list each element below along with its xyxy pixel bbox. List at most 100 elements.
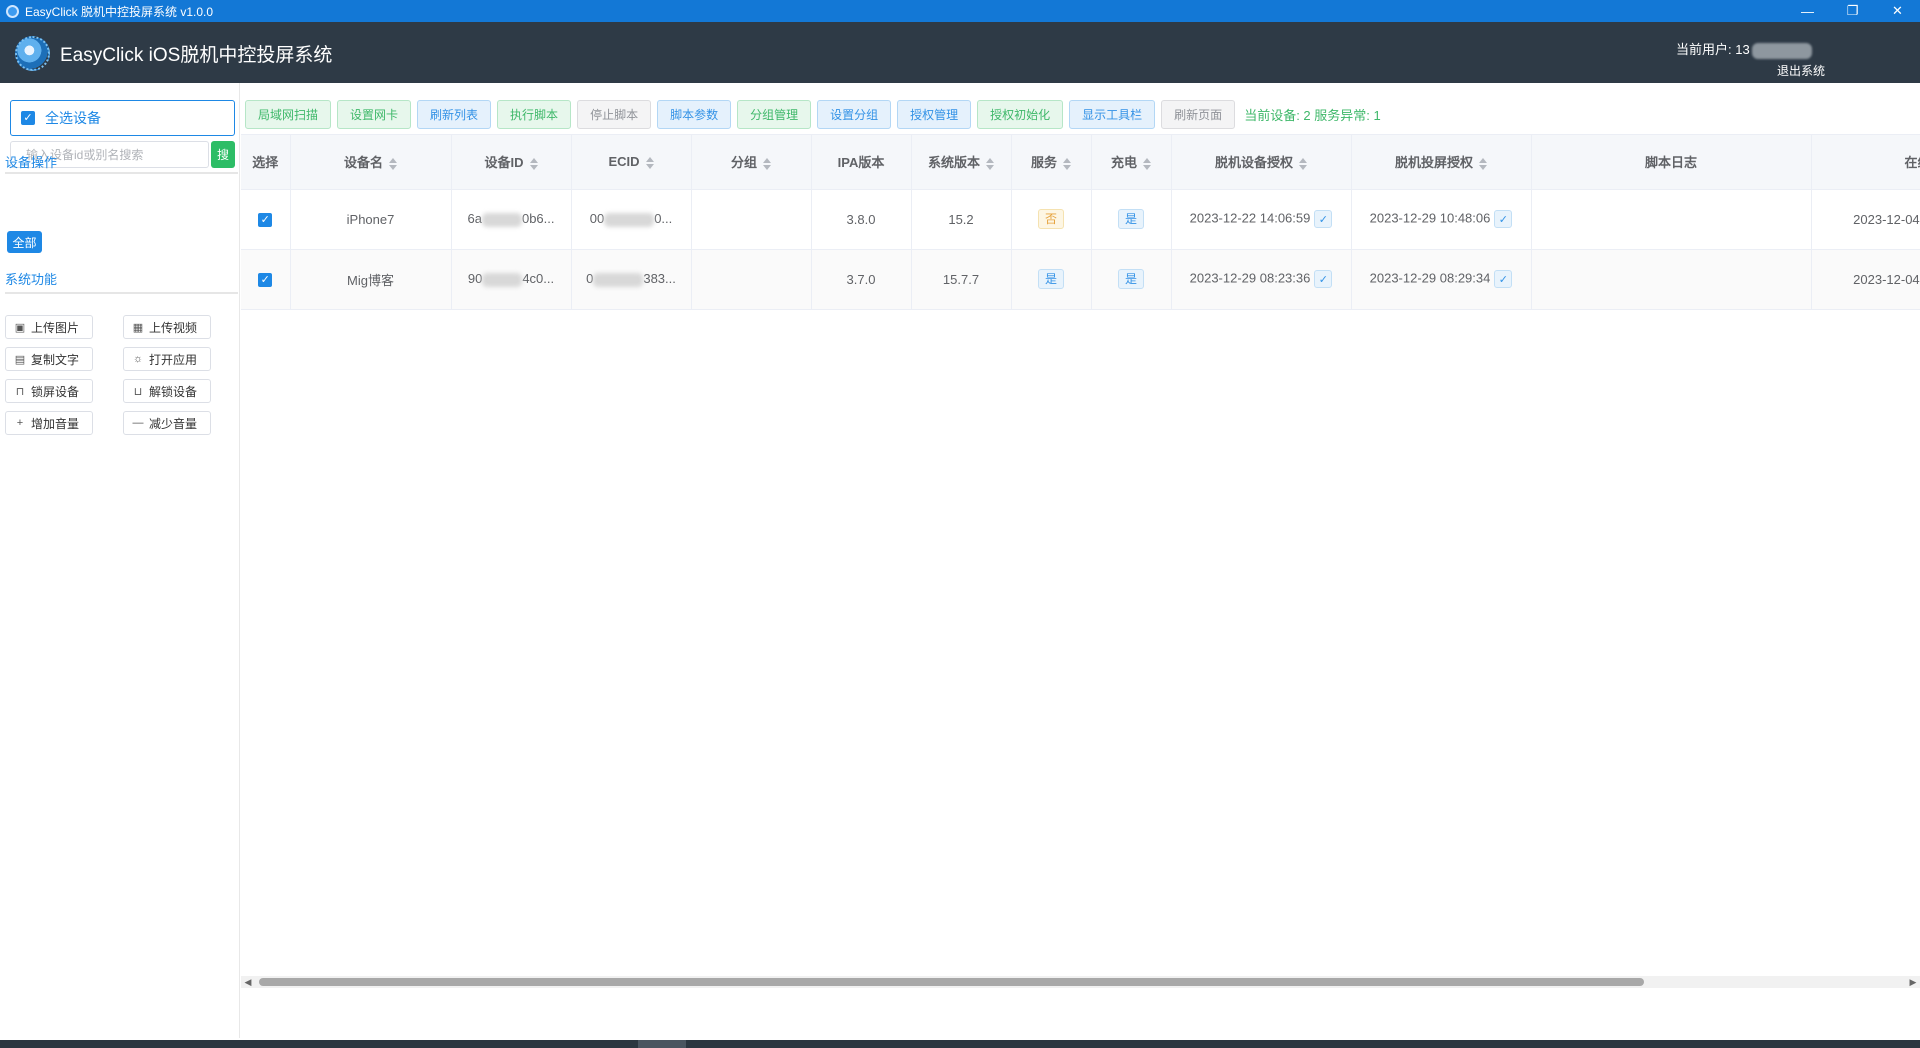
select-all-devices[interactable]: ✓ 全选设备 — [10, 100, 235, 136]
show-toolbar-button[interactable]: 显示工具栏 — [1069, 100, 1156, 129]
sort-icon[interactable] — [529, 157, 538, 170]
screen-auth-cell: 2023-12-29 10:48:06 ✓ — [1351, 189, 1532, 250]
sort-icon[interactable] — [389, 157, 397, 170]
upload-image-button[interactable]: ▣ 上传图片 — [5, 315, 93, 339]
script-params-button[interactable]: 脚本参数 — [657, 100, 732, 129]
sort-icon[interactable] — [986, 157, 994, 170]
button-label: 减少音量 — [149, 416, 198, 431]
sort-icon[interactable] — [645, 156, 654, 169]
auth-manage-button[interactable]: 授权管理 — [897, 100, 972, 129]
device-table: 选择 设备名 设备ID ECID 分组 IPA版本 系统版本 服务 充电 脱机设… — [241, 134, 1920, 988]
sort-icon[interactable] — [1063, 157, 1071, 170]
minus-icon: — — [132, 417, 144, 429]
device-ops-title[interactable]: 设备操作 — [5, 152, 57, 171]
lan-scan-button[interactable]: 局域网扫描 — [245, 100, 332, 129]
sun-icon: ☼ — [132, 353, 144, 365]
volume-up-button[interactable]: + 增加音量 — [5, 411, 93, 435]
column-header-screen-auth[interactable]: 脱机投屏授权 — [1351, 135, 1532, 190]
refresh-list-button[interactable]: 刷新列表 — [417, 100, 492, 129]
system-func-title[interactable]: 系统功能 — [5, 269, 57, 288]
column-header-device-id[interactable]: 设备ID — [451, 135, 572, 190]
check-icon[interactable]: ✓ — [1494, 210, 1513, 228]
copy-text-button[interactable]: ▤ 复制文字 — [5, 347, 93, 371]
ipa-version-cell: 3.8.0 — [811, 189, 912, 250]
unlock-device-button[interactable]: ⊔ 解锁设备 — [123, 379, 211, 403]
table-row[interactable]: ✓ iPhone7 6a 0b6... 00 0... 3.8.0 15.2 否 是… — [241, 189, 1920, 250]
minimize-button[interactable]: — — [1785, 0, 1830, 22]
scroll-left-icon[interactable]: ◀ — [241, 976, 255, 988]
check-icon[interactable]: ✓ — [1314, 210, 1333, 228]
redacted-mask — [481, 212, 522, 227]
checkbox-checked-icon[interactable]: ✓ — [21, 111, 35, 125]
volume-down-button[interactable]: — 减少音量 — [123, 411, 211, 435]
device-auth-cell: 2023-12-29 08:23:36 ✓ — [1171, 249, 1352, 310]
group-cell — [691, 249, 812, 310]
service-cell: 否 — [1011, 189, 1092, 250]
column-header-os-version[interactable]: 系统版本 — [911, 135, 1012, 190]
all-group-button[interactable]: 全部 — [7, 231, 42, 253]
group-cell — [691, 189, 812, 250]
button-label: 上传图片 — [31, 320, 80, 335]
auth-init-button[interactable]: 授权初始化 — [977, 100, 1064, 129]
column-header-service[interactable]: 服务 — [1011, 135, 1092, 190]
button-label: 增加音量 — [31, 416, 80, 431]
column-header-name[interactable]: 设备名 — [290, 135, 452, 190]
device-id-cell: 90 4c0... — [451, 249, 572, 310]
column-header-ipa-version: IPA版本 — [811, 135, 912, 190]
row-select-cell[interactable]: ✓ — [241, 189, 291, 250]
table-row[interactable]: ✓ Mig博客 90 4c0... 0 383... 3.7.0 15.7.7 是 … — [241, 249, 1920, 310]
checkbox-checked-icon[interactable]: ✓ — [258, 272, 273, 287]
device-auth-cell: 2023-12-22 14:06:59 ✓ — [1171, 189, 1352, 250]
set-group-button[interactable]: 设置分组 — [817, 100, 892, 129]
set-nic-button[interactable]: 设置网卡 — [337, 100, 412, 129]
open-app-button[interactable]: ☼ 打开应用 — [123, 347, 211, 371]
upload-video-button[interactable]: ▦ 上传视频 — [123, 315, 211, 339]
checkbox-checked-icon[interactable]: ✓ — [258, 212, 273, 227]
group-manage-button[interactable]: 分组管理 — [737, 100, 812, 129]
taskbar-item[interactable] — [638, 1040, 686, 1048]
app-header: EasyClick iOS脱机中控投屏系统 当前用户: 13 退出系统 — [0, 22, 1920, 83]
logout-link[interactable]: 退出系统 — [1777, 62, 1825, 79]
button-label: 解锁设备 — [149, 384, 198, 399]
scroll-right-icon[interactable]: ▶ — [1906, 976, 1920, 988]
scrollbar-thumb[interactable] — [259, 978, 1644, 986]
status-badge: 否 — [1037, 209, 1064, 229]
row-select-cell[interactable]: ✓ — [241, 249, 291, 310]
os-version-cell: 15.7.7 — [911, 249, 1012, 310]
ecid-cell: 0 383... — [571, 249, 692, 310]
unlock-icon: ⊔ — [133, 385, 143, 398]
sort-icon[interactable] — [1299, 157, 1307, 170]
current-user-label: 当前用户: 13 — [1676, 42, 1750, 57]
script-log-cell — [1531, 249, 1812, 310]
device-status-text: 当前设备: 2 服务异常: 1 — [1244, 108, 1381, 123]
sort-icon[interactable] — [1479, 157, 1487, 170]
check-icon[interactable]: ✓ — [1494, 270, 1513, 288]
status-badge: 是 — [1037, 269, 1064, 289]
search-button[interactable]: 搜 — [211, 141, 235, 168]
device-id-cell: 6a 0b6... — [451, 189, 572, 250]
status-badge: 是 — [1117, 269, 1144, 289]
stop-script-button[interactable]: 停止脚本 — [577, 100, 652, 129]
section-divider — [5, 292, 238, 294]
column-header-group[interactable]: 分组 — [691, 135, 812, 190]
column-header-charging[interactable]: 充电 — [1091, 135, 1172, 190]
column-header-device-auth[interactable]: 脱机设备授权 — [1171, 135, 1352, 190]
ecid-cell: 00 0... — [571, 189, 692, 250]
refresh-page-button[interactable]: 刷新页面 — [1161, 100, 1236, 129]
column-header-ecid[interactable]: ECID — [571, 135, 692, 190]
restore-button[interactable]: ❐ — [1830, 0, 1875, 22]
ipa-version-cell: 3.7.0 — [811, 249, 912, 310]
sort-icon[interactable] — [1143, 157, 1151, 170]
status-badge: 是 — [1117, 209, 1144, 229]
redacted-mask — [593, 272, 644, 287]
document-icon: ▤ — [14, 353, 26, 366]
app-icon — [6, 4, 19, 18]
sort-icon[interactable] — [763, 157, 771, 170]
check-icon[interactable]: ✓ — [1314, 270, 1333, 288]
horizontal-scrollbar[interactable]: ◀ ▶ — [241, 976, 1920, 988]
run-script-button[interactable]: 执行脚本 — [497, 100, 572, 129]
online-cell: 2023-12-04 1 — [1811, 189, 1920, 250]
lock-device-button[interactable]: ⊓ 锁屏设备 — [5, 379, 93, 403]
close-button[interactable]: ✕ — [1875, 0, 1920, 22]
redacted-mask — [482, 272, 523, 287]
